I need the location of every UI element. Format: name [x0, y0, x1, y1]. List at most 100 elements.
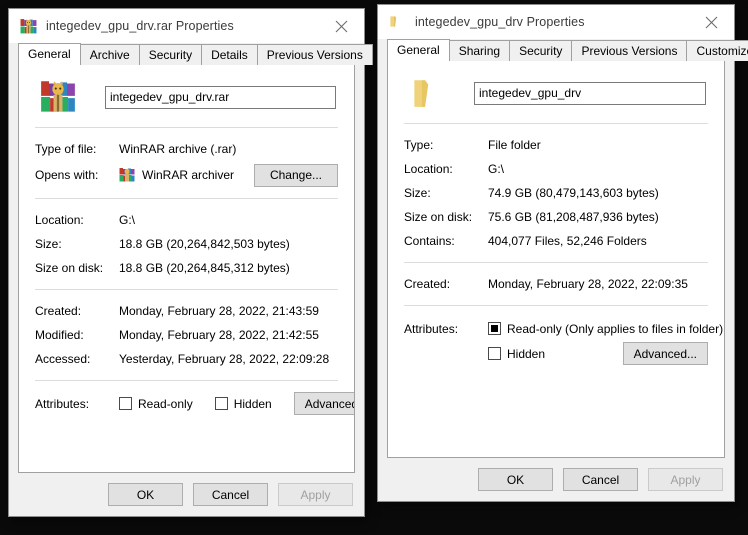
row-location: Location: G:\ — [404, 157, 708, 181]
row-opens-with: Opens with: — [35, 161, 338, 189]
folder-attributes-group: Attributes: Read-only (Only applies to f… — [404, 306, 708, 372]
value-size-on-disk: 18.8 GB (20,264,845,312 bytes) — [119, 261, 290, 275]
label-location: Location: — [404, 162, 488, 176]
file-dialog-tabstrip: General Archive Security Details Previou… — [9, 43, 364, 65]
label-attributes: Attributes: — [35, 397, 119, 411]
label-type-of-file: Type of file: — [35, 142, 119, 156]
folder-dialog-footer: OK Cancel Apply — [378, 458, 734, 501]
value-type: File folder — [488, 138, 541, 152]
row-size-on-disk: Size on disk: 75.6 GB (81,208,487,936 by… — [404, 205, 708, 229]
folder-name-row — [402, 61, 710, 123]
value-created: Monday, February 28, 2022, 22:09:35 — [488, 277, 688, 291]
close-icon[interactable] — [319, 9, 364, 43]
label-opens-with: Opens with: — [35, 168, 119, 182]
row-type-of-file: Type of file: WinRAR archive (.rar) — [35, 137, 338, 161]
readonly-checkbox[interactable] — [119, 397, 132, 410]
folder-properties-dialog: integedev_gpu_drv Properties General Sha… — [377, 4, 735, 502]
value-accessed: Yesterday, February 28, 2022, 22:09:28 — [119, 352, 329, 366]
row-modified: Modified: Monday, February 28, 2022, 21:… — [35, 323, 338, 347]
file-name-input[interactable] — [105, 86, 336, 109]
folder-icon — [408, 75, 446, 111]
winrar-icon — [119, 167, 135, 183]
value-size: 74.9 GB (80,479,143,603 bytes) — [488, 186, 659, 200]
value-created: Monday, February 28, 2022, 21:43:59 — [119, 304, 319, 318]
hidden-label: Hidden — [507, 347, 545, 361]
file-dialog-title: integedev_gpu_drv.rar Properties — [46, 19, 234, 33]
label-modified: Modified: — [35, 328, 119, 342]
file-type-group: Type of file: WinRAR archive (.rar) Open… — [19, 128, 354, 198]
attributes-row: Attributes: Read-only Hidden Advanced... — [35, 391, 338, 416]
value-modified: Monday, February 28, 2022, 21:42:55 — [119, 328, 319, 342]
tab-sharing[interactable]: Sharing — [449, 40, 510, 61]
ok-button[interactable]: OK — [108, 483, 183, 506]
cancel-button[interactable]: Cancel — [563, 468, 638, 491]
tab-security[interactable]: Security — [139, 44, 202, 65]
file-name-row — [33, 65, 340, 127]
advanced-button[interactable]: Advanced... — [623, 342, 708, 365]
value-type-of-file: WinRAR archive (.rar) — [119, 142, 236, 156]
file-general-page: Type of file: WinRAR archive (.rar) Open… — [18, 65, 355, 473]
file-properties-dialog: integedev_gpu_drv.rar Properties General… — [8, 8, 365, 517]
hidden-checkbox[interactable] — [215, 397, 228, 410]
label-accessed: Accessed: — [35, 352, 119, 366]
folder-name-input[interactable] — [474, 82, 706, 105]
row-created: Created: Monday, February 28, 2022, 21:4… — [35, 299, 338, 323]
advanced-button[interactable]: Advanced... — [294, 392, 355, 415]
row-size: Size: 74.9 GB (80,479,143,603 bytes) — [404, 181, 708, 205]
cancel-button[interactable]: Cancel — [193, 483, 268, 506]
label-location: Location: — [35, 213, 119, 227]
value-contains: 404,077 Files, 52,246 Folders — [488, 234, 647, 248]
file-dialog-footer: OK Cancel Apply — [9, 473, 364, 516]
folder-dialog-tabstrip: General Sharing Security Previous Versio… — [378, 39, 734, 61]
file-attributes-group: Attributes: Read-only Hidden Advanced... — [35, 381, 338, 422]
file-location-group: Location: G:\ Size: 18.8 GB (20,264,842,… — [19, 199, 354, 289]
label-contains: Contains: — [404, 234, 488, 248]
readonly-label: Read-only (Only applies to files in fold… — [507, 322, 723, 336]
apply-button: Apply — [648, 468, 723, 491]
winrar-icon — [39, 79, 77, 115]
label-created: Created: — [404, 277, 488, 291]
value-location: G:\ — [119, 213, 135, 227]
readonly-checkbox[interactable] — [488, 322, 501, 335]
value-size-on-disk: 75.6 GB (81,208,487,936 bytes) — [488, 210, 659, 224]
close-icon[interactable] — [689, 5, 734, 39]
tab-general[interactable]: General — [18, 43, 81, 65]
tab-archive[interactable]: Archive — [80, 44, 140, 65]
folder-icon — [389, 14, 406, 31]
folder-dialog-title: integedev_gpu_drv Properties — [415, 15, 585, 29]
apply-button: Apply — [278, 483, 353, 506]
tab-customize[interactable]: Customize — [686, 40, 748, 61]
row-location: Location: G:\ — [35, 208, 338, 232]
folder-info-group: Type: File folder Location: G:\ Size: 74… — [388, 124, 724, 262]
winrar-icon — [20, 18, 37, 35]
label-attributes: Attributes: — [404, 322, 488, 336]
tab-security[interactable]: Security — [509, 40, 572, 61]
readonly-label: Read-only — [138, 397, 193, 411]
row-contains: Contains: 404,077 Files, 52,246 Folders — [404, 229, 708, 253]
file-dialog-titlebar: integedev_gpu_drv.rar Properties — [9, 9, 364, 43]
tab-previous-versions[interactable]: Previous Versions — [257, 44, 373, 65]
tab-previous-versions[interactable]: Previous Versions — [571, 40, 687, 61]
label-size-on-disk: Size on disk: — [35, 261, 119, 275]
folder-general-page: Type: File folder Location: G:\ Size: 74… — [387, 61, 725, 458]
hidden-label: Hidden — [234, 397, 272, 411]
row-type: Type: File folder — [404, 133, 708, 157]
attributes-row-hidden: Hidden Advanced... — [404, 341, 708, 366]
file-dates-group: Created: Monday, February 28, 2022, 21:4… — [19, 290, 354, 380]
row-accessed: Accessed: Yesterday, February 28, 2022, … — [35, 347, 338, 371]
folder-dates-group: Created: Monday, February 28, 2022, 22:0… — [388, 263, 724, 305]
row-size: Size: 18.8 GB (20,264,842,503 bytes) — [35, 232, 338, 256]
ok-button[interactable]: OK — [478, 468, 553, 491]
label-size-on-disk: Size on disk: — [404, 210, 488, 224]
label-size: Size: — [404, 186, 488, 200]
value-location: G:\ — [488, 162, 504, 176]
value-opens-with-wrap: WinRAR archiver — [119, 167, 234, 183]
tab-general[interactable]: General — [387, 39, 450, 61]
hidden-checkbox[interactable] — [488, 347, 501, 360]
value-size: 18.8 GB (20,264,842,503 bytes) — [119, 237, 290, 251]
change-button[interactable]: Change... — [254, 164, 338, 187]
label-type: Type: — [404, 138, 488, 152]
label-size: Size: — [35, 237, 119, 251]
tab-details[interactable]: Details — [201, 44, 258, 65]
row-created: Created: Monday, February 28, 2022, 22:0… — [404, 272, 708, 296]
